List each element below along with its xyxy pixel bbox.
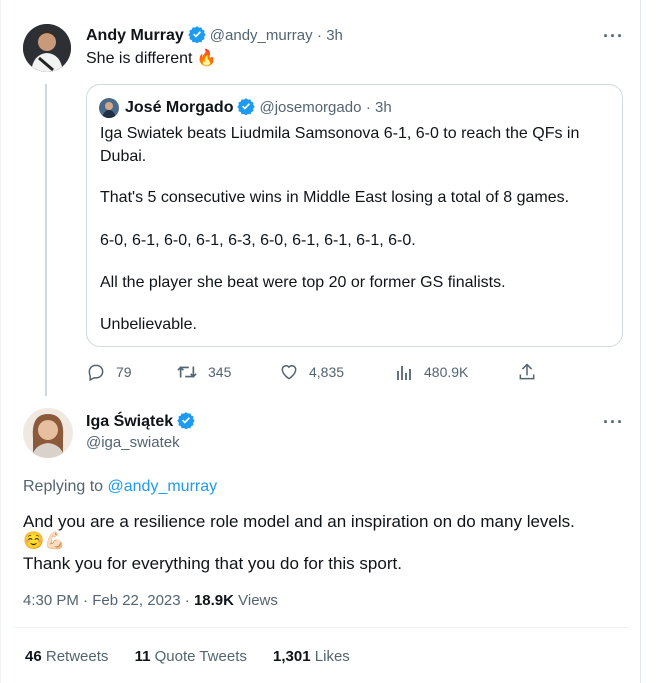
like-count: 4,835 xyxy=(309,364,345,380)
tweet-meta: 4:30 PM · Feb 22, 2023 · 18.9K Views xyxy=(23,592,278,609)
main-author-row: Iga Świątek xyxy=(86,411,199,434)
main-author-handle[interactable]: @iga_swiatek xyxy=(86,434,180,451)
author-handle[interactable]: @andy_murray xyxy=(210,27,313,44)
likes-stat[interactable]: 1,301 Likes xyxy=(273,648,350,665)
more-icon[interactable]: ··· xyxy=(603,412,624,433)
like-button[interactable]: 4,835 xyxy=(279,362,344,382)
tweet-views-label: Views xyxy=(238,592,278,609)
quote-tweets-stat[interactable]: 11 Quote Tweets xyxy=(135,648,247,665)
reply-count: 79 xyxy=(116,364,132,380)
quoted-text-line: All the player she beat were top 20 or f… xyxy=(100,274,506,291)
tweet-time[interactable]: · 3h xyxy=(317,27,343,44)
quoted-author-handle: @josemorgado xyxy=(259,99,362,116)
retweets-stat[interactable]: 46 Retweets xyxy=(25,648,108,665)
main-author-name[interactable]: Iga Świątek xyxy=(86,413,173,430)
tweet-views-count: 18.9K xyxy=(193,592,234,609)
like-icon xyxy=(281,365,297,380)
quote-tweets-stat-label: Quote Tweets xyxy=(154,648,247,665)
likes-stat-label: Likes xyxy=(314,648,350,665)
quoted-text-line: Dubai. xyxy=(100,148,147,165)
replying-prefix: Replying to xyxy=(23,478,104,495)
retweet-icon xyxy=(177,366,197,378)
verified-badge-icon xyxy=(237,97,256,120)
verified-badge-icon xyxy=(177,411,195,434)
reply-button[interactable]: 79 xyxy=(86,362,132,382)
main-tweet-text-line: Thank you for everything that you do for… xyxy=(23,554,402,573)
quoted-text-line: That's 5 consecutive wins in Middle East… xyxy=(100,189,570,206)
replying-to: Replying to @andy_murray xyxy=(23,478,217,496)
replying-handle-link[interactable]: @andy_murray xyxy=(108,478,218,495)
tweet-timestamp[interactable]: 4:30 PM · Feb 22, 2023 · xyxy=(23,592,190,609)
avatar-jose-morgado xyxy=(99,98,119,118)
thread-connector-line xyxy=(45,84,47,396)
quoted-header: José Morgado @josemorgado · 3h xyxy=(125,97,392,120)
share-button[interactable] xyxy=(517,362,547,382)
quoted-text-line: Iga Swiatek beats Liudmila Samsonova 6-1… xyxy=(100,125,580,142)
verified-badge-icon xyxy=(188,25,206,48)
quoted-text-line: 6-0, 6-1, 6-0, 6-1, 6-3, 6-0, 6-1, 6-1, … xyxy=(100,232,416,249)
reply-text: She is different 🔥 xyxy=(86,50,217,67)
quoted-text-line: Unbelievable. xyxy=(100,316,197,333)
quoted-tweet-time: · 3h xyxy=(365,99,392,116)
main-tweet-emojis: ☺️💪🏻 xyxy=(23,531,66,550)
more-icon[interactable]: ··· xyxy=(603,26,624,47)
views-count: 480.9K xyxy=(424,364,469,380)
retweets-stat-count: 46 xyxy=(25,648,42,665)
reply-icon xyxy=(88,364,104,382)
views-icon xyxy=(397,366,411,380)
likes-stat-count: 1,301 xyxy=(273,648,311,665)
retweets-stat-label: Retweets xyxy=(45,648,109,665)
avatar-iga-swiatek[interactable] xyxy=(23,408,73,458)
tweet-stats: 46 Retweets 11 Quote Tweets 1,301 Likes xyxy=(25,648,372,665)
views-button[interactable]: 480.9K xyxy=(396,362,468,382)
main-tweet-text-line: And you are a resilience role model and … xyxy=(23,512,575,531)
reply-header: Andy Murray @andy_murray · 3h xyxy=(86,25,343,48)
divider xyxy=(12,627,629,628)
retweet-count: 345 xyxy=(208,364,232,380)
retweet-button[interactable]: 345 xyxy=(176,362,231,382)
quoted-author-name: José Morgado xyxy=(125,99,234,116)
quoted-tweet-card[interactable]: José Morgado @josemorgado · 3h Iga Swiate… xyxy=(86,84,623,347)
author-name[interactable]: Andy Murray xyxy=(86,27,184,44)
avatar-andy-murray[interactable] xyxy=(23,24,71,72)
quote-tweets-stat-count: 11 xyxy=(134,648,151,665)
share-icon xyxy=(519,363,535,380)
